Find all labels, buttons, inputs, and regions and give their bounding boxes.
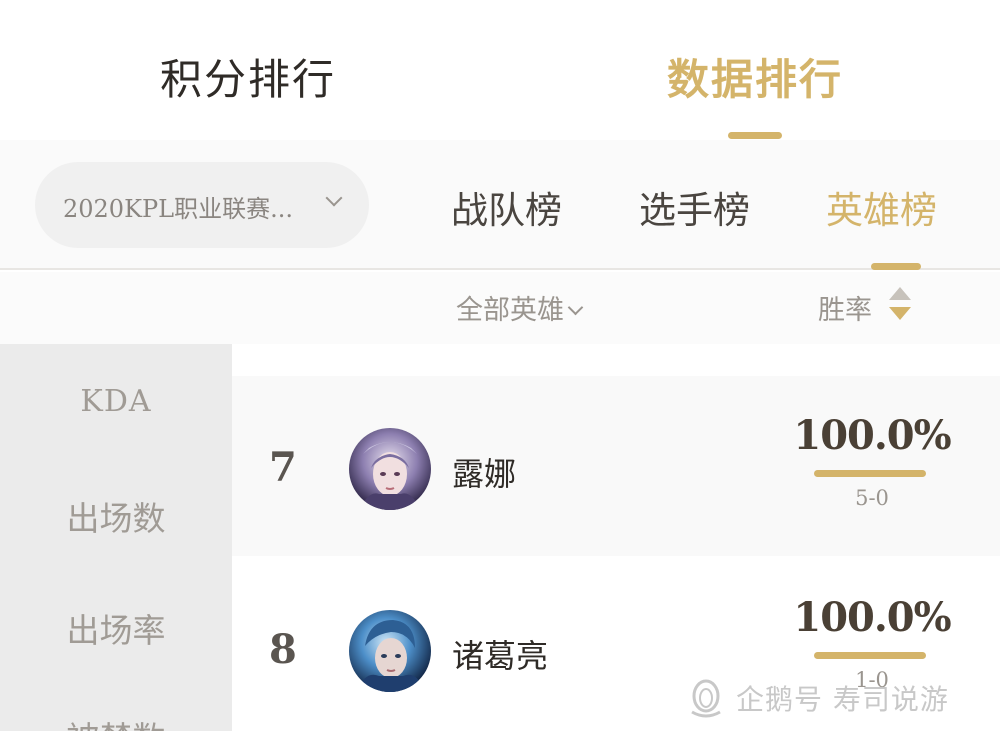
tab-points-ranking[interactable]: 积分排行 xyxy=(160,46,336,107)
rank-number: 7 xyxy=(269,444,297,491)
table-row[interactable]: 7 露娜 100.0% 5-0 xyxy=(232,376,1000,556)
tab-player-board[interactable]: 选手榜 xyxy=(639,180,750,234)
win-rate-value: 100.0% xyxy=(793,412,951,459)
watermark-text: 企鹅号 寿司说游 xyxy=(736,683,949,716)
sidebar-item-appearance-rate[interactable]: 出场率 xyxy=(0,604,232,652)
penguin-logo-icon xyxy=(686,676,726,722)
sort-descending-icon[interactable] xyxy=(889,307,911,320)
hero-filter-label: 全部英雄 xyxy=(456,295,564,326)
sidebar-item-kda[interactable]: KDA xyxy=(0,384,232,419)
hero-filter-dropdown[interactable]: 全部英雄 xyxy=(456,288,584,327)
season-dropdown-label: 2020KPL职业联赛... xyxy=(63,195,293,223)
win-loss-record: 5-0 xyxy=(855,486,889,510)
zhuge-liang-portrait-icon xyxy=(349,610,431,692)
tab-hero-board[interactable]: 英雄榜 xyxy=(826,180,937,234)
tab-data-ranking[interactable]: 数据排行 xyxy=(667,46,843,107)
season-dropdown[interactable]: 2020KPL职业联赛... xyxy=(35,162,369,248)
sidebar-item-ban-count[interactable]: 被禁数 xyxy=(0,712,232,731)
hero-name: 露娜 xyxy=(452,455,517,493)
luna-portrait-icon xyxy=(349,428,431,510)
filter-bar: 2020KPL职业联赛... 战队榜 选手榜 英雄榜 xyxy=(0,140,1000,270)
stat-category-sidebar: KDA 出场数 出场率 被禁数 xyxy=(0,344,232,731)
sort-ascending-icon[interactable] xyxy=(889,287,911,300)
chevron-down-icon xyxy=(567,299,584,316)
win-rate-bar xyxy=(814,652,926,659)
rank-number: 8 xyxy=(269,626,297,673)
chevron-down-icon xyxy=(325,189,343,207)
table-header: 全部英雄 胜率 xyxy=(0,272,1000,344)
hero-name: 诸葛亮 xyxy=(452,637,549,675)
sidebar-item-appearances[interactable]: 出场数 xyxy=(0,492,232,540)
win-rate-value: 100.0% xyxy=(793,594,951,641)
watermark: 企鹅号 寿司说游 xyxy=(686,672,986,722)
sort-column-label[interactable]: 胜率 xyxy=(818,288,872,327)
win-rate-bar xyxy=(814,470,926,477)
active-subtab-indicator xyxy=(871,263,921,270)
active-tab-indicator xyxy=(728,132,782,139)
tab-team-board[interactable]: 战队榜 xyxy=(451,180,562,234)
top-tab-bar: 积分排行 数据排行 xyxy=(0,0,1000,140)
